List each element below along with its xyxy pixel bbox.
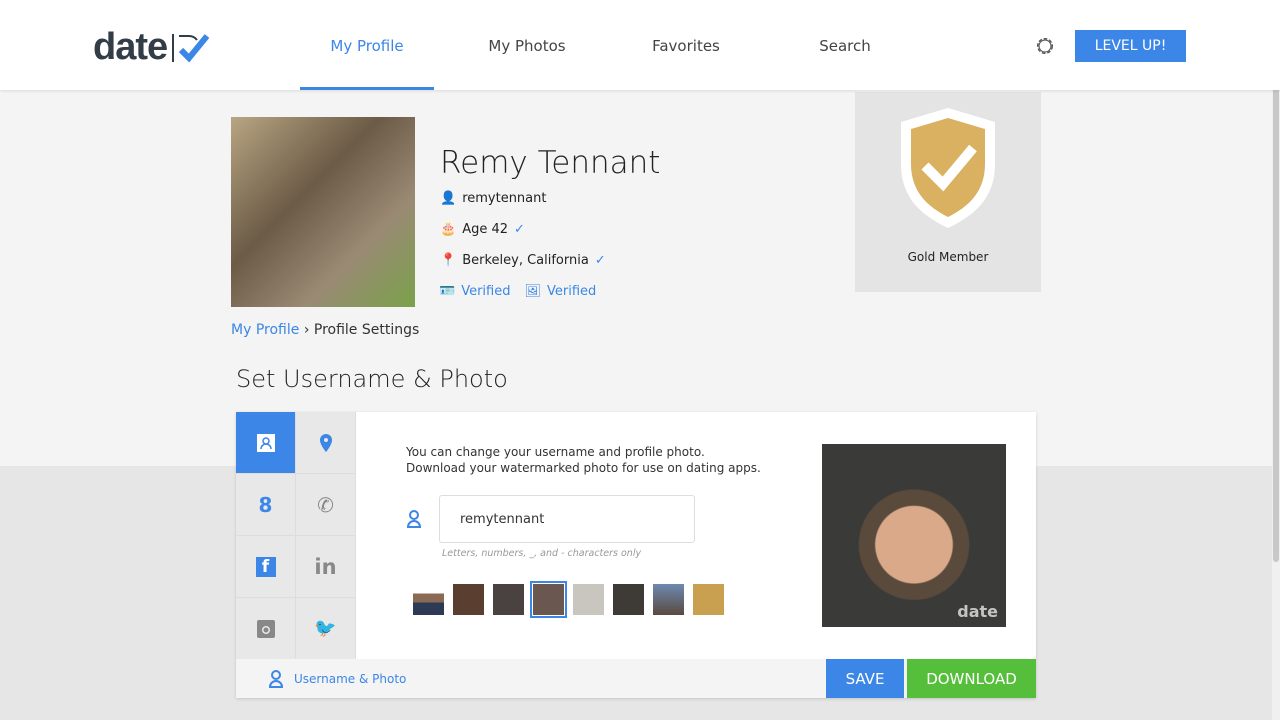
phone-icon: ✆ [317, 492, 334, 517]
tab-facebook[interactable]: f [236, 536, 296, 598]
user-icon: 👤 [440, 191, 457, 206]
tab-face-verify[interactable]: 8 [236, 474, 296, 536]
check-icon: ✓ [514, 222, 525, 237]
photo-check-icon: 🖼 [524, 284, 541, 299]
settings-card: 8 ✆ f in 🐦 You can change your username … [236, 412, 1036, 698]
profile-card-icon [256, 433, 275, 452]
instagram-icon [256, 619, 275, 638]
id-verified: 🪪 Verified [439, 284, 511, 299]
download-button[interactable]: DOWNLOAD [907, 659, 1036, 698]
photo-thumbnails [413, 581, 724, 618]
linkedin-icon: in [314, 554, 337, 579]
scrollbar[interactable] [1272, 0, 1280, 720]
gold-member-badge: Gold Member [855, 92, 1041, 292]
photo-verified: 🖼 Verified [524, 284, 597, 299]
footer-label: Username & Photo [294, 672, 407, 686]
tab-search[interactable]: Search [778, 0, 912, 90]
logo[interactable]: date [93, 26, 219, 69]
location-row: 📍 Berkeley, California ✓ [440, 253, 606, 268]
photo-thumbnail[interactable] [573, 584, 604, 615]
tab-twitter[interactable]: 🐦 [296, 598, 356, 660]
verifications: 🪪 Verified 🖼 Verified [439, 284, 596, 299]
check-icon: ✓ [594, 253, 606, 268]
shield-check-icon [901, 108, 995, 228]
tab-favorites[interactable]: Favorites [619, 0, 753, 90]
photo-thumbnail[interactable] [693, 584, 724, 615]
tab-phone[interactable]: ✆ [296, 474, 356, 536]
username-hint: Letters, numbers, _, and - characters on… [442, 548, 642, 559]
breadcrumb: My Profile › Profile Settings [231, 322, 420, 338]
tab-username-photo[interactable] [236, 412, 296, 474]
watermarked-photo-preview: date [822, 444, 1006, 627]
age-row: 🎂 Age 42 ✓ [440, 222, 525, 237]
username-input[interactable] [439, 495, 695, 543]
card-footer: Username & Photo SAVE DOWNLOAD [236, 659, 1036, 698]
id-card-icon: 🪪 [439, 284, 456, 299]
photo-thumbnail[interactable] [413, 584, 444, 615]
tab-my-photos[interactable]: My Photos [460, 0, 594, 90]
save-button[interactable]: SAVE [826, 659, 904, 698]
profile-photo [231, 117, 415, 307]
section-title: Set Username & Photo [236, 365, 508, 393]
top-nav: date My Profile My Photos Favorites Sear… [0, 0, 1280, 90]
profile-name: Remy Tennant [440, 145, 661, 181]
tab-linkedin[interactable]: in [296, 536, 356, 598]
face-scan-icon: 8 [258, 492, 273, 517]
tab-location[interactable] [296, 412, 356, 474]
tab-my-profile[interactable]: My Profile [300, 0, 434, 90]
level-up-button[interactable]: LEVEL UP! [1075, 30, 1186, 62]
location-pin-icon: 📍 [440, 253, 457, 268]
user-icon [406, 510, 422, 528]
gear-icon[interactable] [1034, 35, 1056, 57]
panel-description: You can change your username and profile… [406, 445, 761, 475]
photo-thumbnail-selected[interactable] [530, 581, 567, 618]
facebook-icon: f [255, 556, 276, 577]
photo-thumbnail[interactable] [453, 584, 484, 615]
check-logo-icon [172, 33, 210, 62]
photo-thumbnail[interactable] [613, 584, 644, 615]
location-pin-icon [319, 433, 332, 452]
tab-instagram[interactable] [236, 598, 296, 660]
user-icon [268, 670, 284, 688]
twitter-icon: 🐦 [314, 618, 337, 639]
cake-icon: 🎂 [440, 222, 457, 237]
photo-thumbnail[interactable] [653, 584, 684, 615]
username-row: 👤 remytennant [440, 191, 547, 206]
photo-thumbnail[interactable] [493, 584, 524, 615]
breadcrumb-my-profile[interactable]: My Profile [231, 322, 299, 338]
